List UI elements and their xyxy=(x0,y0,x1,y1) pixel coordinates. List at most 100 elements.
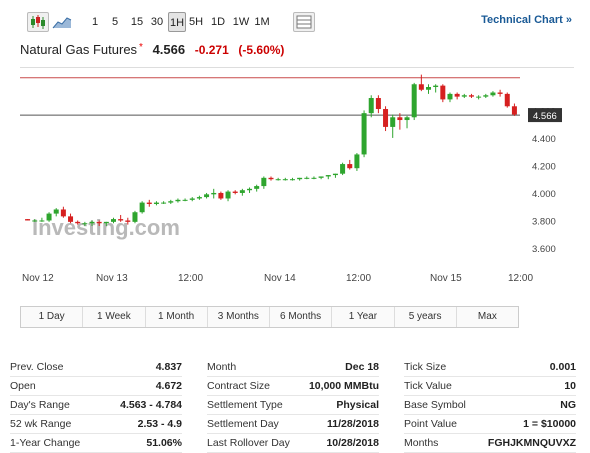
stats-value: 1 = $10000 xyxy=(523,418,576,430)
range-1-month[interactable]: 1 Month xyxy=(146,307,208,327)
investing-watermark: Investing.com xyxy=(32,215,180,240)
candle-body xyxy=(354,154,360,169)
candle-body xyxy=(504,93,510,107)
candle-body xyxy=(75,221,81,224)
candle-body xyxy=(368,98,374,114)
interval-1h[interactable]: 1H xyxy=(168,12,186,32)
stats-row: Open 4.672 xyxy=(10,377,182,396)
interval-1d[interactable]: 1D xyxy=(209,12,227,32)
technical-chart-link[interactable]: Technical Chart » xyxy=(481,14,572,26)
interval-5h[interactable]: 5H xyxy=(188,12,204,32)
candle-body xyxy=(318,176,324,178)
candle-body xyxy=(304,177,310,179)
candle-body xyxy=(82,223,88,225)
y-tick-label: 4.000 xyxy=(532,189,556,200)
stats-row: Settlement Day 11/28/2018 xyxy=(207,415,379,434)
candle-body xyxy=(347,164,353,169)
candle-body xyxy=(497,92,503,94)
x-tick-label: Nov 15 xyxy=(430,273,462,284)
price-chart[interactable]: Investing.com 3.600 3.800 4.000 4.200 4.400 4.… xyxy=(20,67,574,284)
range-1-day[interactable]: 1 Day xyxy=(21,307,84,327)
stats-label: Tick Value xyxy=(404,380,452,392)
candle-body xyxy=(175,199,181,202)
x-tick-label: 12:00 xyxy=(178,273,203,284)
interval-5[interactable]: 5 xyxy=(109,12,121,32)
range-3-months[interactable]: 3 Months xyxy=(208,307,270,327)
candle-body xyxy=(254,186,260,189)
candle-body xyxy=(297,177,303,180)
stats-value: 10 xyxy=(564,380,576,392)
stats-row: Last Rollover Day 10/28/2018 xyxy=(207,434,379,453)
price-change-percent: (-5.60%) xyxy=(238,43,285,57)
range-1-year[interactable]: 1 Year xyxy=(332,307,395,327)
candle-body xyxy=(261,177,267,187)
y-tick-label: 3.800 xyxy=(532,216,556,227)
range-5-years[interactable]: 5 years xyxy=(395,307,457,327)
price-change: -0.271 xyxy=(194,43,229,57)
interval-1w[interactable]: 1W xyxy=(231,12,251,32)
candle-body xyxy=(390,117,396,127)
stats-row: Tick Size 0.001 xyxy=(404,358,576,377)
stats-label: Open xyxy=(10,380,36,392)
stats-value: 4.672 xyxy=(155,380,182,392)
interval-1[interactable]: 1 xyxy=(89,12,101,32)
stats-label: Base Symbol xyxy=(404,399,466,411)
candle-body xyxy=(146,202,152,204)
interval-30[interactable]: 30 xyxy=(149,12,165,32)
stats-value: FGHJKMNQUVXZ xyxy=(487,437,576,449)
candle-body xyxy=(411,84,417,118)
candle-body xyxy=(511,106,517,115)
range-max[interactable]: Max xyxy=(457,307,518,327)
stats-column: Month Dec 18 Contract Size 10,000 MMBtu Sett… xyxy=(207,358,379,453)
stats-label: Prev. Close xyxy=(10,361,64,373)
stats-label: Contract Size xyxy=(207,380,271,392)
stats-column: Prev. Close 4.837 Open 4.672 Day's Range 4.56… xyxy=(10,358,182,453)
candle-body xyxy=(332,173,338,176)
stats-label: Point Value xyxy=(404,418,457,430)
stats-label: Settlement Day xyxy=(207,418,279,430)
chart-svg[interactable]: Investing.com 3.600 3.800 4.000 4.200 4.400 4.… xyxy=(20,68,574,284)
stats-value: 4.563 - 4.784 xyxy=(120,399,182,411)
stats-label: Settlement Type xyxy=(207,399,283,411)
instrument-name: Natural Gas Futures xyxy=(20,42,138,57)
area-chart-icon[interactable] xyxy=(52,14,72,35)
candle-body xyxy=(46,213,52,221)
stats-row: Tick Value 10 xyxy=(404,377,576,396)
stats-label: 1-Year Change xyxy=(10,437,81,449)
candle-body xyxy=(447,93,453,100)
stats-label: Tick Size xyxy=(404,361,447,373)
candle-body xyxy=(361,113,367,155)
stats-row: 52 wk Range 2.53 - 4.9 xyxy=(10,415,182,434)
interval-15[interactable]: 15 xyxy=(129,12,145,32)
x-tick-label: Nov 13 xyxy=(96,273,128,284)
stats-label: Month xyxy=(207,361,237,373)
candle-body xyxy=(110,219,116,222)
stats-row: Months FGHJKMNQUVXZ xyxy=(404,434,576,453)
interval-1m[interactable]: 1M xyxy=(253,12,271,32)
candle-body xyxy=(211,192,217,195)
candle-body xyxy=(189,198,195,200)
candle-body xyxy=(490,92,496,96)
candle-body xyxy=(118,219,124,221)
candle-body xyxy=(383,109,389,127)
stats-value: 51.06% xyxy=(146,437,182,449)
candle-body xyxy=(196,197,202,199)
candle-body xyxy=(125,220,131,222)
x-tick-label: Nov 12 xyxy=(22,273,54,284)
range-6-months[interactable]: 6 Months xyxy=(270,307,333,327)
candlestick-icon[interactable] xyxy=(27,12,49,32)
candle-body xyxy=(32,220,38,222)
candle-body xyxy=(96,221,102,224)
y-tick-label: 4.400 xyxy=(532,134,556,145)
candle-body xyxy=(168,201,174,203)
table-icon[interactable] xyxy=(293,12,315,32)
candle-body xyxy=(440,85,446,100)
candle-body xyxy=(454,93,460,97)
stats-value: 2.53 - 4.9 xyxy=(137,418,182,430)
candle-body xyxy=(397,117,403,121)
candle-body xyxy=(60,209,66,217)
candle-body xyxy=(311,177,317,179)
delayed-star: * xyxy=(139,42,143,53)
range-1-week[interactable]: 1 Week xyxy=(83,307,146,327)
candle-body xyxy=(53,209,59,214)
